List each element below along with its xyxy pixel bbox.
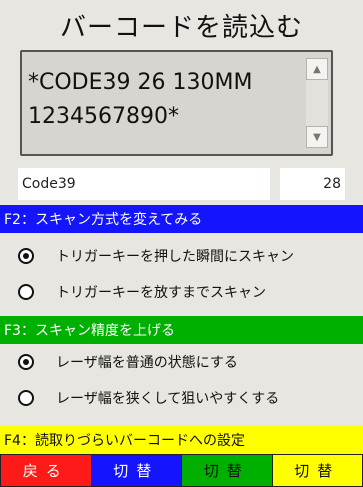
scrollbar[interactable]: ▲ ▼ — [306, 58, 328, 148]
f4-section-header: F4：読取りづらいバーコードへの設定 — [0, 426, 363, 454]
switch-button-f2[interactable]: 切替 — [90, 454, 182, 487]
f2-section-header: F2：スキャン方式を変えてみる — [0, 205, 363, 233]
switch-button-f4[interactable]: 切替 — [271, 454, 363, 487]
back-button[interactable]: 戻る — [0, 454, 92, 487]
radio-button-checked[interactable] — [18, 248, 34, 264]
radio-label: トリガーキーを放すまでスキャン — [56, 285, 266, 301]
length-field: 28 — [280, 168, 345, 200]
function-key-bar: 戻る 切替 切替 切替 — [0, 454, 363, 487]
radio-option-laser-normal[interactable]: レーザ幅を普通の状態にする — [18, 344, 348, 380]
f3-section-header: F3：スキャン精度を上げる — [0, 316, 363, 344]
switch-button-f3[interactable]: 切替 — [181, 454, 273, 487]
scan-result-textbox[interactable]: *CODE39 26 130MM 1234567890* ▲ ▼ — [20, 50, 333, 156]
scroll-up-arrow-icon[interactable]: ▲ — [306, 58, 328, 80]
radio-button[interactable] — [18, 284, 34, 300]
radio-option-trigger-release[interactable]: トリガーキーを放すまでスキャン — [18, 274, 348, 310]
radio-label: レーザ幅を狭くして狙いやすくする — [56, 391, 280, 407]
radio-option-laser-narrow[interactable]: レーザ幅を狭くして狙いやすくする — [18, 380, 348, 416]
scroll-down-arrow-icon[interactable]: ▼ — [306, 126, 328, 148]
radio-button-checked[interactable] — [18, 354, 34, 370]
radio-button[interactable] — [18, 390, 34, 406]
radio-option-trigger-press[interactable]: トリガーキーを押した瞬間にスキャン — [18, 238, 348, 274]
radio-label: レーザ幅を普通の状態にする — [56, 355, 238, 371]
page-title: バーコードを読込む — [59, 12, 303, 43]
radio-label: トリガーキーを押した瞬間にスキャン — [56, 249, 294, 265]
scan-result-text: *CODE39 26 130MM 1234567890* — [28, 70, 253, 129]
symbology-field: Code39 — [18, 168, 270, 200]
